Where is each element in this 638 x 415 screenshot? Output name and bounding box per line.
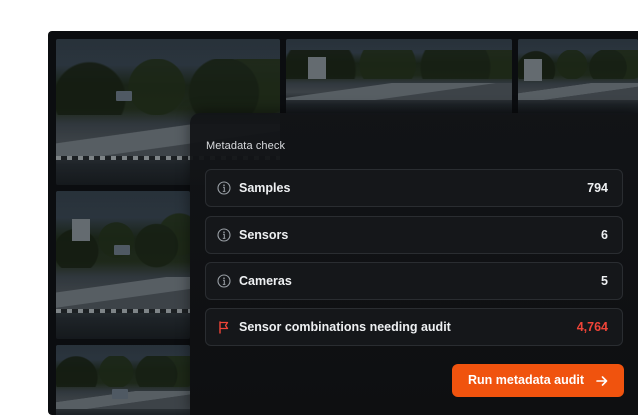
sample-thumbnail[interactable] [56,345,190,415]
arrow-right-icon [596,376,608,386]
thumbnail-dim-overlay [518,39,638,115]
stat-row-sensors: Sensors 6 [205,216,623,254]
stat-value: 794 [587,181,608,195]
flag-icon [219,321,229,334]
stat-row-cameras: Cameras 5 [205,262,623,300]
stat-value: 5 [601,274,608,288]
thumbnail-dim-overlay [56,191,190,339]
panel-title: Metadata check [206,140,286,152]
thumbnail-dim-overlay [286,39,512,115]
stat-value: 4,764 [576,320,608,334]
stat-label: Sensor combinations needing audit [239,320,451,334]
sample-thumbnail[interactable] [286,39,512,115]
stat-label: Samples [239,181,291,195]
run-metadata-audit-button[interactable]: Run metadata audit [452,364,624,397]
info-icon [217,181,231,195]
button-label: Run metadata audit [468,373,584,387]
sample-thumbnail[interactable] [518,39,638,115]
stat-label: Sensors [239,228,289,242]
info-icon [217,274,231,288]
stat-row-sensor-combinations: Sensor combinations needing audit 4,764 [205,308,623,346]
sample-thumbnail[interactable] [56,191,190,339]
info-icon [217,228,231,242]
stat-row-samples: Samples 794 [205,169,623,207]
metadata-check-panel: Metadata check Samples 794 Sensors 6 Cam… [190,113,638,415]
stat-value: 6 [601,228,608,242]
thumbnail-dim-overlay [56,345,190,415]
stat-label: Cameras [239,274,292,288]
